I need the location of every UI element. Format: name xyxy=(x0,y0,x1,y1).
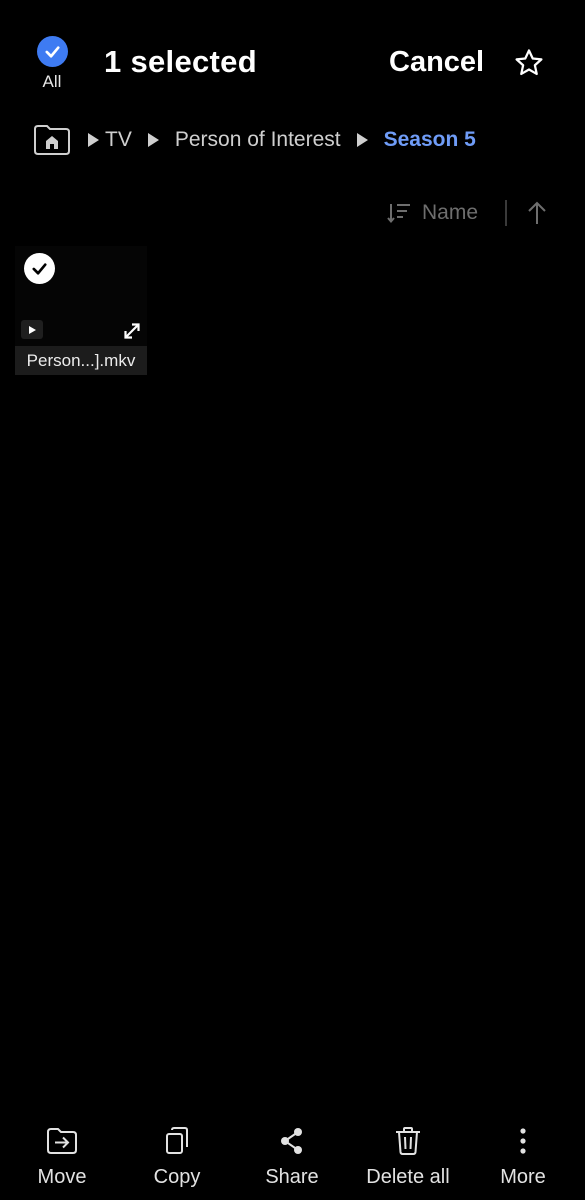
play-icon xyxy=(21,320,43,339)
select-all-checkbox[interactable]: All xyxy=(30,36,74,94)
file-name-label: Person...].mkv xyxy=(15,346,147,375)
breadcrumb: TV Person of Interest Season 5 xyxy=(32,122,476,158)
move-to-folder-icon xyxy=(45,1124,79,1158)
share-button[interactable]: Share xyxy=(234,1118,350,1194)
breadcrumb-separator-icon xyxy=(88,133,99,147)
sort-bar: Name xyxy=(386,197,549,229)
home-folder-icon[interactable] xyxy=(32,123,72,157)
share-icon xyxy=(275,1124,309,1158)
copy-label: Copy xyxy=(153,1166,201,1188)
more-button[interactable]: More xyxy=(465,1118,581,1194)
cancel-button[interactable]: Cancel xyxy=(389,44,484,80)
breadcrumb-current-folder: Season 5 xyxy=(383,128,476,151)
share-label: Share xyxy=(265,1166,319,1188)
selection-count-title: 1 selected xyxy=(104,44,257,79)
file-tile[interactable]: Person...].mkv xyxy=(15,246,147,376)
delete-all-button[interactable]: Delete all xyxy=(350,1118,466,1194)
breadcrumb-item-person-of-interest[interactable]: Person of Interest xyxy=(175,122,341,158)
move-label: Move xyxy=(37,1166,87,1188)
sort-icon[interactable] xyxy=(386,200,412,226)
move-button[interactable]: Move xyxy=(4,1118,120,1194)
copy-icon xyxy=(160,1124,194,1158)
breadcrumb-separator-icon xyxy=(147,133,159,147)
sort-by-name-button[interactable]: Name xyxy=(422,197,478,229)
file-selected-check-icon[interactable] xyxy=(24,253,55,284)
trash-icon xyxy=(391,1124,425,1158)
copy-button[interactable]: Copy xyxy=(119,1118,235,1194)
select-all-check-icon xyxy=(36,36,68,67)
select-all-label: All xyxy=(42,72,62,91)
breadcrumb-item-tv[interactable]: TV xyxy=(105,122,132,158)
more-label: More xyxy=(500,1166,546,1188)
expand-icon[interactable] xyxy=(120,320,144,342)
favorite-star-icon[interactable] xyxy=(512,46,546,80)
delete-all-label: Delete all xyxy=(366,1166,450,1188)
sort-divider xyxy=(505,200,508,226)
more-vertical-icon xyxy=(506,1124,540,1158)
sort-direction-arrow-up-icon[interactable] xyxy=(525,200,549,226)
breadcrumb-separator-icon xyxy=(356,133,368,147)
bottom-action-bar: Move Copy Share Delete all More xyxy=(0,1118,585,1200)
